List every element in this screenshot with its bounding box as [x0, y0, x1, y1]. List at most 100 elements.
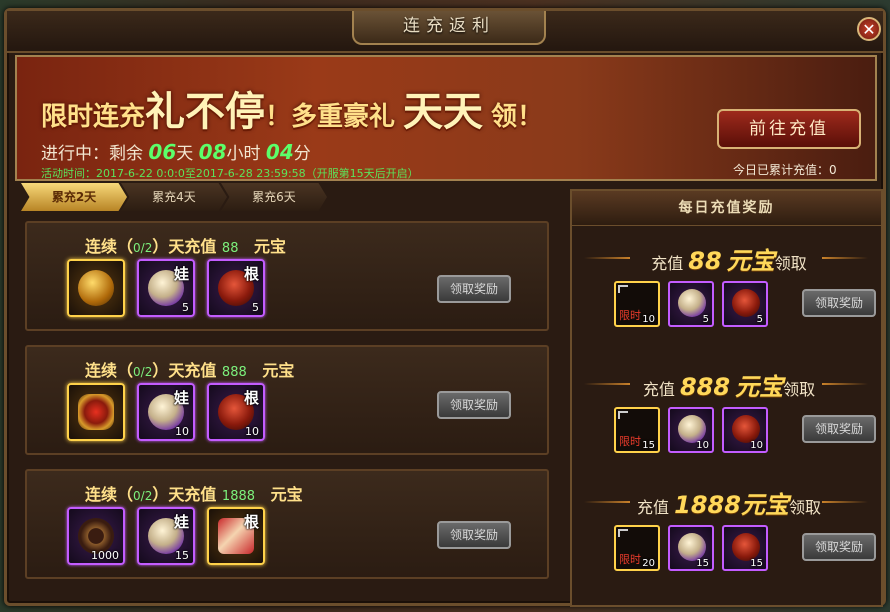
tab-cumulative-4-days[interactable]: 累充4天 [121, 183, 227, 211]
pearl-orb-icon [678, 533, 706, 561]
row-unit: 元宝 [254, 237, 287, 256]
tier-word-1: 充值 [637, 498, 670, 517]
item-count: 1000 [91, 549, 119, 562]
item-count: 15 [750, 558, 763, 569]
pearl-orb-icon [678, 289, 706, 317]
reward-slot[interactable]: 娃5 [137, 259, 195, 317]
slogan-part-5: 领！ [491, 102, 544, 132]
daily-tier: 充值 1888元宝领取 限时 20 15 15 领取奖励 [572, 481, 881, 601]
reward-slot[interactable]: 根 [207, 507, 265, 565]
event-banner: 限时连充礼不停！多重豪礼 天天 领！ 进行中：剩余 06天 08小时 04分 活动时… [15, 55, 877, 181]
tier-amount: 888 [679, 373, 731, 401]
daily-tier: 充值 88 元宝领取 限时 10 5 5 领取奖励 [572, 237, 881, 357]
countdown-days-unit: 天 [176, 144, 194, 164]
reward-slot[interactable]: 限时 20 [614, 525, 660, 571]
item-tag: 根 [243, 389, 259, 407]
limited-tag: 限时 [619, 435, 641, 448]
item-count: 20 [642, 558, 655, 569]
tier-word-2: 领取 [783, 380, 816, 399]
item-count: 15 [696, 558, 709, 569]
reward-slot[interactable] [67, 259, 125, 317]
countdown-hours-unit: 小时 [226, 144, 261, 164]
tab-cumulative-2-days[interactable]: 累充2天 [21, 183, 127, 211]
dragon-emblem-icon [78, 394, 114, 430]
countdown-minutes-unit: 分 [293, 144, 311, 164]
today-total: 今日已累计充值：0 [733, 161, 837, 178]
row-condition: 连续（0/2）天充值 88 元宝 [85, 233, 286, 257]
reward-slot[interactable]: 5 [722, 281, 768, 327]
slogan-part-3: ！多重豪礼 [265, 102, 396, 132]
reward-slot[interactable]: 15 [722, 525, 768, 571]
limited-tag: 限时 [619, 309, 641, 322]
item-count: 10 [750, 440, 763, 451]
row-condition-prefix: 连续（ [85, 237, 134, 256]
claim-button[interactable]: 领取奖励 [802, 289, 876, 317]
reward-row: 连续（0/2）天充值 1888 元宝 1000 娃 15 根 领取奖励 [25, 469, 549, 579]
claim-button[interactable]: 领取奖励 [802, 415, 876, 443]
countdown-prefix: 进行中：剩余 [41, 144, 143, 164]
daily-reward-title: 每日充值奖励 [572, 191, 881, 226]
claim-button[interactable]: 领取奖励 [437, 391, 511, 419]
reward-slot[interactable]: 限时 10 [614, 281, 660, 327]
row-condition-mid: ）天充值 [152, 361, 217, 380]
event-time: 活动时间：2017-6-22 0:0:0至2017-6-28 23:59:58（… [41, 167, 419, 180]
item-count: 10 [245, 425, 259, 438]
tier-word-1: 充值 [651, 254, 684, 273]
tier-unit: 元宝 [726, 247, 775, 275]
countdown: 进行中：剩余 06天 08小时 04分 [41, 139, 311, 164]
row-amount: 1888 [221, 489, 256, 504]
tab-cumulative-6-days[interactable]: 累充6天 [221, 183, 327, 211]
item-count: 5 [252, 301, 259, 314]
row-condition: 连续（0/2）天充值 888 元宝 [85, 357, 294, 381]
tier-amount: 88 [688, 247, 722, 275]
tier-unit: 元宝 [735, 373, 784, 401]
root-orb-icon [732, 289, 760, 317]
slogan-part-2: 礼不停 [145, 89, 266, 135]
close-button[interactable]: ✕ [857, 17, 881, 41]
slogan-part-1: 限时连充 [41, 102, 146, 132]
claim-button[interactable]: 领取奖励 [802, 533, 876, 561]
reward-slot[interactable]: 根5 [207, 259, 265, 317]
root-orb-icon [732, 415, 760, 443]
claim-button[interactable]: 领取奖励 [437, 275, 511, 303]
item-count: 15 [175, 549, 189, 562]
reward-slot[interactable]: 娃 15 [137, 507, 195, 565]
item-tag: 娃 [173, 265, 189, 283]
reward-slot[interactable]: 10 [668, 407, 714, 453]
claim-button[interactable]: 领取奖励 [437, 521, 511, 549]
row-condition-mid: ）天充值 [152, 237, 217, 256]
tier-line: 充值 1888元宝领取 [600, 485, 858, 520]
slot-corner [618, 529, 628, 537]
countdown-minutes: 04 [265, 140, 294, 164]
tier-line: 充值 88 元宝领取 [600, 241, 858, 276]
reward-slot[interactable]: 1000 [67, 507, 125, 565]
today-total-value: 0 [829, 163, 837, 177]
row-progress: 0/2 [133, 365, 153, 379]
reward-slot[interactable]: 根 10 [207, 383, 265, 441]
reward-row: 连续（0/2）天充值 88 元宝 娃5 根5 领取奖励 [25, 221, 549, 331]
today-total-label: 今日已累计充值： [733, 163, 830, 177]
item-count: 15 [642, 440, 655, 451]
row-condition: 连续（0/2）天充值 1888 元宝 [85, 481, 303, 505]
row-unit: 元宝 [262, 361, 295, 380]
go-recharge-button[interactable]: 前往充值 [717, 109, 861, 149]
item-count: 10 [642, 314, 655, 325]
row-progress: 0/2 [133, 241, 153, 255]
reward-slot[interactable]: 5 [668, 281, 714, 327]
row-progress: 0/2 [133, 489, 153, 503]
reward-slot[interactable] [67, 383, 125, 441]
reward-slot[interactable]: 限时 15 [614, 407, 660, 453]
tier-word-1: 充值 [642, 380, 675, 399]
countdown-days: 06 [148, 140, 177, 164]
window-title: 连充返利 [403, 16, 495, 36]
tier-word-2: 领取 [774, 254, 807, 273]
item-tag: 根 [243, 265, 259, 283]
row-amount: 888 [221, 365, 247, 380]
reward-slot[interactable]: 10 [722, 407, 768, 453]
slogan-part-4: 天天 [403, 89, 484, 135]
reward-slot[interactable]: 15 [668, 525, 714, 571]
row-amount: 88 [221, 241, 239, 256]
title-bar: 连充返利 ✕ [7, 11, 883, 53]
title-plate: 连充返利 [352, 11, 546, 45]
reward-slot[interactable]: 娃 10 [137, 383, 195, 441]
